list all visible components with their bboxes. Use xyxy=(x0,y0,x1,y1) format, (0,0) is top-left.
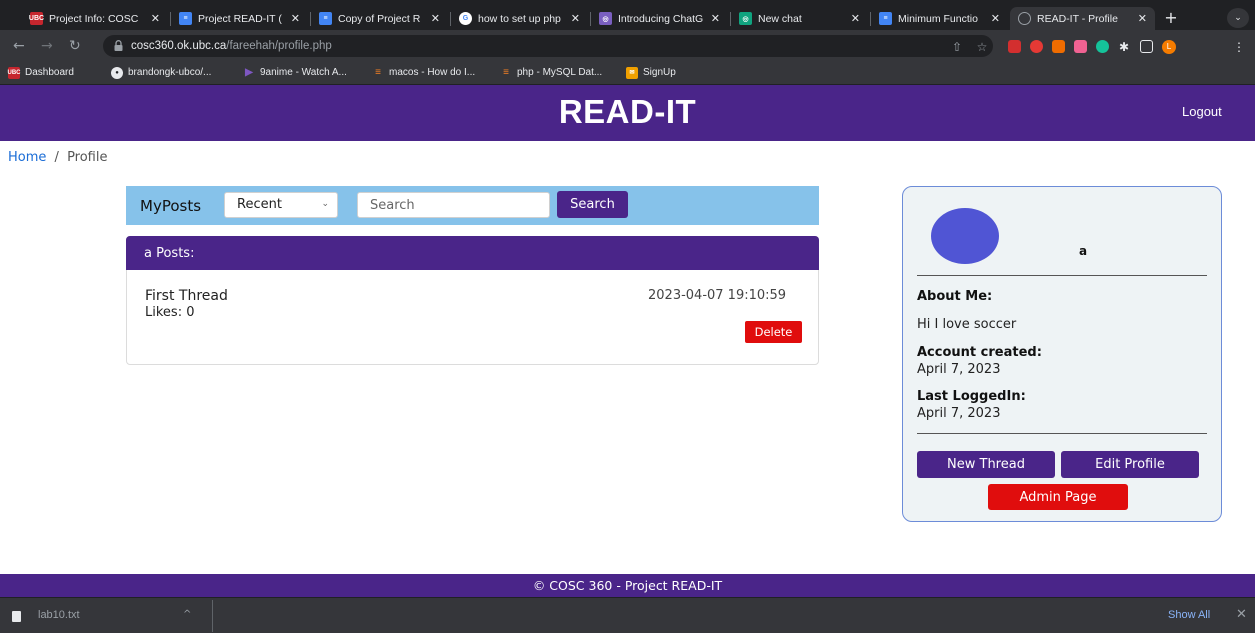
bookmark-item[interactable]: ▶ 9anime - Watch A... xyxy=(243,65,347,80)
bookmark-item[interactable]: ≡ macos - How do I... xyxy=(372,65,475,80)
stack-icon: ≡ xyxy=(375,67,381,78)
extension-icon[interactable] xyxy=(1030,40,1043,53)
docs-icon: ≡ xyxy=(179,12,192,25)
sort-select[interactable]: Recent ⌄ xyxy=(224,192,338,218)
browser-tab[interactable]: G how to set up php ✕ xyxy=(451,7,588,30)
close-icon[interactable]: ✕ xyxy=(991,12,1000,25)
close-icon[interactable]: ✕ xyxy=(151,12,160,25)
close-icon[interactable]: ✕ xyxy=(711,12,720,25)
about-value: Hi I love soccer xyxy=(917,317,1017,332)
search-button[interactable]: Search xyxy=(557,191,628,218)
new-tab-button[interactable]: + xyxy=(1160,8,1182,28)
close-icon[interactable]: ✕ xyxy=(1236,607,1247,622)
address-bar-url[interactable]: cosc360.ok.ubc.ca/fareehah/profile.php xyxy=(131,40,332,52)
browser-tab[interactable]: UBC Project Info: COSC ✕ xyxy=(22,7,168,30)
new-thread-button[interactable]: New Thread xyxy=(917,451,1055,478)
close-icon[interactable]: ✕ xyxy=(291,12,300,25)
browser-tab[interactable]: ◎ Introducing ChatG ✕ xyxy=(591,7,728,30)
forward-icon[interactable]: → xyxy=(41,38,53,54)
kebab-menu-icon[interactable]: ⋮ xyxy=(1232,40,1246,54)
account-created-label: Account created: xyxy=(917,345,1042,360)
file-icon xyxy=(12,611,21,622)
ubc-icon: UBC xyxy=(8,66,21,79)
chatgpt-icon: ◎ xyxy=(739,12,752,25)
divider xyxy=(917,433,1207,434)
bookmark-item[interactable]: ✉ SignUp xyxy=(626,65,676,80)
close-icon[interactable]: ✕ xyxy=(431,12,440,25)
browser-tab[interactable]: ≡ Minimum Functio ✕ xyxy=(871,7,1008,30)
browser-tab-active[interactable]: READ-IT - Profile ✕ xyxy=(1010,7,1155,30)
chevron-up-icon[interactable]: ^ xyxy=(183,609,191,620)
google-icon: G xyxy=(459,12,472,25)
extension-icon[interactable] xyxy=(1052,40,1065,53)
last-login-label: Last LoggedIn: xyxy=(917,389,1026,404)
download-item[interactable]: lab10.txt xyxy=(38,609,80,621)
account-created-value: April 7, 2023 xyxy=(917,362,1001,377)
openai-icon: ◎ xyxy=(599,12,612,25)
breadcrumb: Home / Profile xyxy=(8,150,107,165)
browser-tab[interactable]: ≡ Copy of Project R ✕ xyxy=(311,7,448,30)
profile-avatar-icon[interactable]: L xyxy=(1162,40,1176,54)
posts-card-title: a Posts: xyxy=(144,246,195,261)
stack-icon: ≡ xyxy=(503,67,509,78)
lock-icon xyxy=(114,40,123,51)
bookmark-item[interactable]: ≡ php - MySQL Dat... xyxy=(500,65,602,80)
close-icon[interactable]: ✕ xyxy=(571,12,580,25)
close-icon[interactable]: ✕ xyxy=(851,12,860,25)
share-icon[interactable]: ⇧ xyxy=(950,40,964,54)
divider xyxy=(212,600,213,632)
play-icon: ▶ xyxy=(245,67,253,78)
breadcrumb-home-link[interactable]: Home xyxy=(8,150,46,165)
show-all-button[interactable]: Show All xyxy=(1168,609,1210,621)
posts-card-header: a Posts: xyxy=(126,236,819,270)
browser-tab[interactable]: ≡ Project READ-IT ( ✕ xyxy=(171,7,308,30)
divider xyxy=(917,275,1207,276)
about-label: About Me: xyxy=(917,289,993,304)
bookmark-star-icon[interactable]: ☆ xyxy=(975,40,989,54)
site-footer: © COSC 360 - Project READ-IT xyxy=(0,574,1255,597)
admin-page-button[interactable]: Admin Page xyxy=(988,484,1128,510)
myposts-heading: MyPosts xyxy=(140,197,202,215)
back-icon[interactable]: ← xyxy=(13,38,25,54)
sort-select-value: Recent xyxy=(237,197,282,212)
footer-text: © COSC 360 - Project READ-IT xyxy=(532,578,723,593)
extension-icon[interactable] xyxy=(1074,40,1087,53)
app-icon: ✉ xyxy=(626,66,638,79)
site-title[interactable]: READ-IT xyxy=(0,93,1255,131)
tab-search-icon[interactable]: ⌄ xyxy=(1227,8,1249,28)
last-login-value: April 7, 2023 xyxy=(917,406,1001,421)
bookmark-item[interactable]: UBC Dashboard xyxy=(8,65,74,80)
reload-icon[interactable]: ↻ xyxy=(69,38,81,54)
thread-date: 2023-04-07 19:10:59 xyxy=(648,288,787,303)
profile-username: a xyxy=(1079,244,1088,258)
grammarly-icon[interactable] xyxy=(1096,40,1109,53)
github-icon: ● xyxy=(111,66,123,79)
breadcrumb-separator: / xyxy=(54,150,59,165)
extension-icon[interactable] xyxy=(1008,40,1021,53)
browser-tab[interactable]: ◎ New chat ✕ xyxy=(731,7,868,30)
logout-link[interactable]: Logout xyxy=(1182,104,1222,119)
ubc-icon: UBC xyxy=(29,12,44,25)
side-panel-icon[interactable] xyxy=(1140,40,1153,53)
thread-likes: Likes: 0 xyxy=(145,305,195,320)
thread-title-link[interactable]: First Thread xyxy=(145,288,228,304)
search-input[interactable] xyxy=(357,192,550,218)
delete-button[interactable]: Delete xyxy=(745,321,802,343)
chevron-down-icon: ⌄ xyxy=(321,199,329,209)
docs-icon: ≡ xyxy=(879,12,892,25)
globe-icon xyxy=(1018,12,1031,25)
bookmark-item[interactable]: ● brandongk-ubco/... xyxy=(111,65,211,80)
close-icon[interactable]: ✕ xyxy=(1138,12,1147,25)
breadcrumb-current: Profile xyxy=(67,150,108,165)
puzzle-icon[interactable]: ✱ xyxy=(1117,40,1131,54)
edit-profile-button[interactable]: Edit Profile xyxy=(1061,451,1199,478)
docs-icon: ≡ xyxy=(319,12,332,25)
avatar xyxy=(931,208,999,264)
